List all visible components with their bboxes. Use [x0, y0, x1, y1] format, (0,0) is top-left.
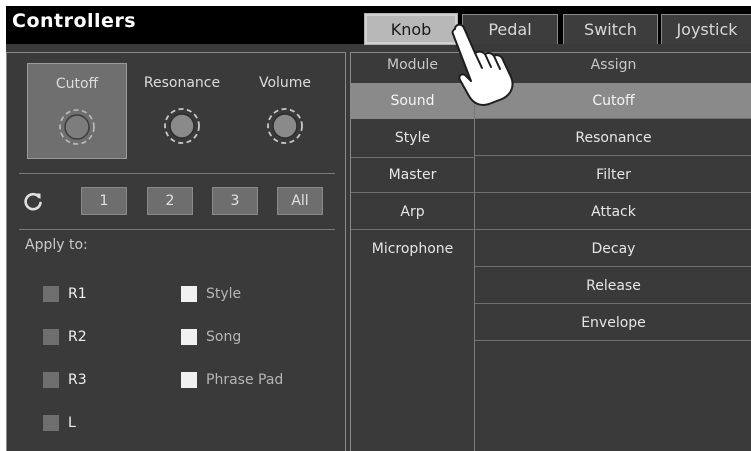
checkbox-box	[181, 286, 197, 302]
knob-resonance[interactable]: Resonance	[132, 63, 232, 159]
assign-table: Module Assign Sound Style Master Arp Mic…	[350, 52, 751, 451]
preset-2-button[interactable]: 2	[147, 187, 193, 215]
knob-volume-label: Volume	[258, 75, 312, 91]
source-song-label: Song	[206, 329, 242, 345]
part-l-checkbox[interactable]: L	[43, 415, 76, 431]
checkbox-box	[43, 286, 59, 302]
divider	[19, 229, 335, 230]
module-row-style[interactable]: Style	[351, 120, 474, 156]
knob-icon	[267, 108, 303, 144]
source-song-checkbox[interactable]: Song	[181, 329, 241, 345]
source-style-checkbox[interactable]: Style	[181, 286, 241, 302]
assign-row-attack[interactable]: Attack	[475, 194, 751, 230]
checkbox-box	[181, 372, 197, 388]
source-phrase-pad-label: Phrase Pad	[206, 372, 284, 388]
part-r2-label: R2	[68, 329, 87, 345]
pointing-hand-icon	[451, 23, 514, 106]
part-r2-checkbox[interactable]: R2	[43, 329, 87, 345]
header-bar: Controllers Knob Pedal Switch Joystick	[6, 6, 751, 44]
knob-icon	[59, 109, 95, 145]
assign-row-decay[interactable]: Decay	[475, 231, 751, 267]
preset-all-button[interactable]: All	[277, 187, 323, 215]
tab-joystick[interactable]: Joystick	[661, 14, 751, 44]
part-r1-checkbox[interactable]: R1	[43, 286, 87, 302]
module-row-master[interactable]: Master	[351, 157, 474, 193]
knob-volume[interactable]: Volume	[235, 63, 335, 159]
assign-row-resonance[interactable]: Resonance	[475, 120, 751, 156]
page-title: Controllers	[12, 10, 137, 32]
checkbox-box	[181, 329, 197, 345]
knob-resonance-label: Resonance	[143, 75, 221, 91]
knob-cutoff-label: Cutoff	[55, 76, 99, 92]
refresh-icon[interactable]	[21, 189, 45, 213]
divider	[19, 173, 335, 174]
knob-settings-panel: Cutoff Resonance Volume 1 2 3 All Apply …	[6, 52, 346, 451]
preset-3-button[interactable]: 3	[212, 187, 258, 215]
controllers-screen: Controllers Knob Pedal Switch Joystick C…	[6, 6, 751, 451]
part-r3-label: R3	[68, 372, 87, 388]
module-row-microphone[interactable]: Microphone	[351, 231, 474, 267]
source-style-label: Style	[206, 286, 242, 302]
checkbox-box	[43, 372, 59, 388]
part-r1-label: R1	[68, 286, 87, 302]
assign-row-filter[interactable]: Filter	[475, 157, 751, 193]
tab-switch[interactable]: Switch	[563, 14, 658, 44]
module-row-arp[interactable]: Arp	[351, 194, 474, 230]
source-phrase-pad-checkbox[interactable]: Phrase Pad	[181, 372, 283, 388]
knob-cutoff[interactable]: Cutoff	[27, 63, 127, 159]
checkbox-box	[43, 329, 59, 345]
assign-row-envelope[interactable]: Envelope	[475, 305, 751, 341]
assign-row-release[interactable]: Release	[475, 268, 751, 304]
part-l-label: L	[68, 415, 76, 431]
apply-to-label: Apply to:	[25, 237, 88, 253]
checkbox-box	[43, 415, 59, 431]
part-r3-checkbox[interactable]: R3	[43, 372, 87, 388]
knob-icon	[164, 108, 200, 144]
preset-1-button[interactable]: 1	[81, 187, 127, 215]
